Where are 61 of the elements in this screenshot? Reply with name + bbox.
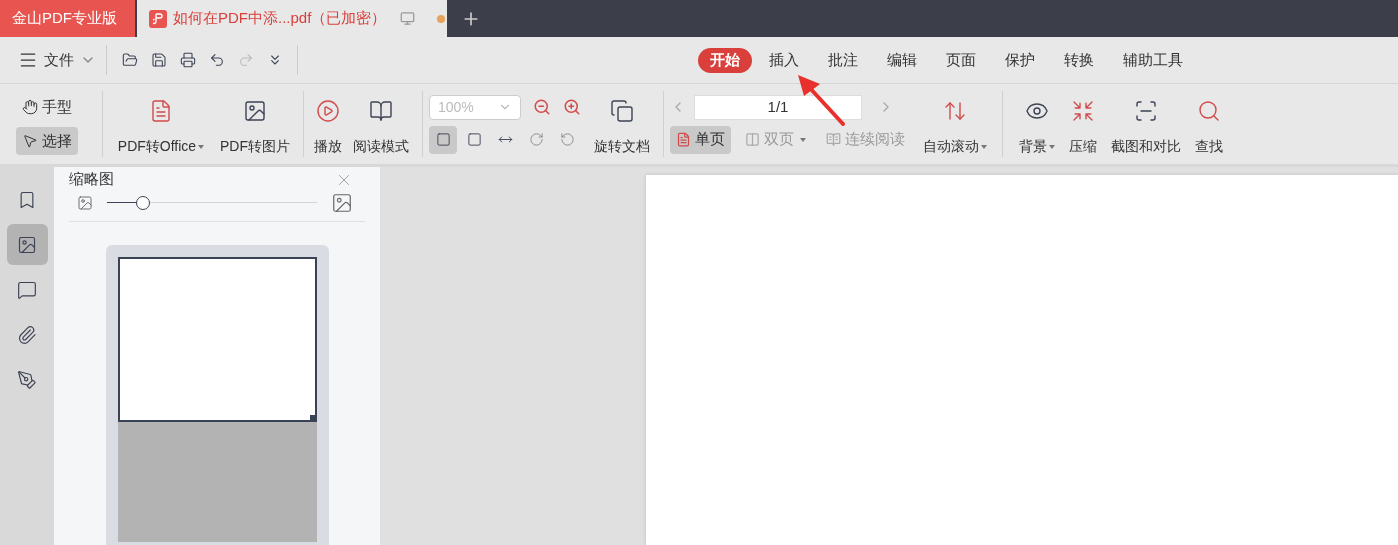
image-tab[interactable] bbox=[6, 224, 48, 265]
print-icon[interactable] bbox=[179, 52, 196, 68]
image-icon bbox=[17, 234, 37, 255]
ribbon-tab[interactable]: 插入 bbox=[757, 48, 811, 73]
auto-scroll-button[interactable]: 自动滚动 bbox=[914, 91, 996, 157]
actual-size-button[interactable] bbox=[429, 125, 457, 154]
page-icon bbox=[676, 132, 691, 147]
find-button[interactable]: 查找 bbox=[1191, 91, 1227, 157]
dropdown-caret-icon bbox=[198, 145, 205, 150]
screenshot-compare-button[interactable]: 截图和对比 bbox=[1107, 91, 1185, 157]
book-icon bbox=[826, 132, 841, 147]
reading-mode-button[interactable]: 阅读模式 bbox=[346, 91, 416, 157]
monitor-icon bbox=[400, 11, 416, 26]
dropdown-caret-icon bbox=[1049, 145, 1055, 150]
ribbon-tab[interactable]: 编辑 bbox=[875, 48, 929, 73]
document-tab[interactable]: 如何在PDF中添...pdf（已加密） bbox=[137, 0, 447, 37]
ribbon-tab[interactable]: 开始 bbox=[698, 48, 752, 73]
small-image-icon bbox=[77, 194, 93, 211]
ribbon-tab[interactable]: 辅助工具 bbox=[1111, 48, 1195, 73]
dropdown-caret-icon bbox=[800, 137, 806, 142]
pdf-to-image-button[interactable]: PDF转图片 bbox=[213, 91, 297, 157]
find-icon bbox=[1197, 99, 1221, 123]
pointer-icon bbox=[22, 133, 38, 149]
ribbon-tab[interactable]: 页面 bbox=[934, 48, 988, 73]
hand-icon bbox=[22, 99, 38, 115]
app-tab[interactable]: 金山PDF专业版 bbox=[0, 0, 135, 37]
undo-icon[interactable] bbox=[208, 52, 225, 68]
cursor-tool[interactable]: 手型 bbox=[16, 93, 78, 121]
background-button[interactable]: 背景 bbox=[1015, 91, 1059, 157]
comment-icon bbox=[17, 279, 37, 300]
rotate-left-icon bbox=[559, 132, 575, 147]
paperclip-icon bbox=[17, 324, 37, 345]
save-icon[interactable] bbox=[150, 52, 167, 68]
page-layout-button[interactable]: 单页 bbox=[670, 125, 731, 154]
pdf-file-icon bbox=[149, 9, 167, 28]
ribbon-tab[interactable]: 保护 bbox=[993, 48, 1047, 73]
document-title: 如何在PDF中添...pdf（已加密） bbox=[173, 8, 387, 29]
thumbnail-size-slider[interactable] bbox=[107, 195, 317, 210]
rotate-document-button[interactable]: 旋转文档 bbox=[587, 91, 657, 157]
compress-button[interactable]: 压缩 bbox=[1065, 91, 1101, 157]
zoom-in-icon[interactable] bbox=[563, 98, 581, 116]
play-button[interactable]: 播放 bbox=[310, 91, 346, 157]
dropdown-caret-icon bbox=[981, 145, 987, 150]
large-image-icon bbox=[331, 191, 353, 214]
panel-title: 缩略图 bbox=[69, 169, 114, 190]
zoom-out-icon[interactable] bbox=[533, 98, 551, 116]
play-icon bbox=[316, 99, 340, 123]
open-book-icon bbox=[745, 132, 760, 147]
rotate-right-icon bbox=[528, 132, 544, 147]
file-menu[interactable]: 文件 bbox=[18, 48, 96, 72]
page-thumbnail[interactable] bbox=[105, 245, 329, 545]
page-field[interactable]: 1/1 bbox=[694, 94, 862, 120]
ribbon-tab[interactable]: 转换 bbox=[1052, 48, 1106, 73]
ribbon-tab[interactable]: 批注 bbox=[816, 48, 870, 73]
reading-mode-icon bbox=[369, 99, 393, 123]
pdf-to-image-icon bbox=[243, 99, 267, 123]
cursor-tool[interactable]: 选择 bbox=[16, 127, 78, 155]
pdf-to-office-button[interactable]: PDF转Office bbox=[109, 91, 213, 157]
pen-icon bbox=[17, 369, 37, 390]
annotation-arrow bbox=[796, 74, 846, 126]
folder-icon[interactable] bbox=[121, 52, 138, 68]
